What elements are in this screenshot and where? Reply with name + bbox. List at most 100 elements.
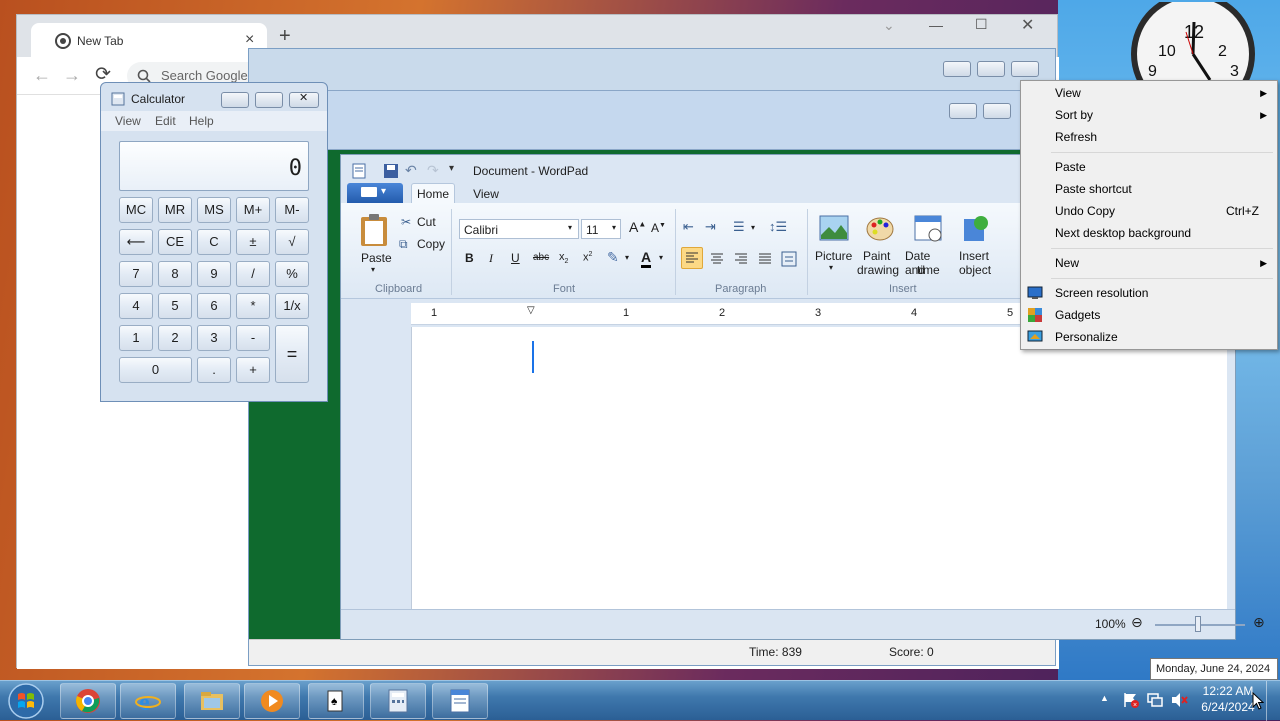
reciprocal-button[interactable]: 1/x <box>275 293 309 319</box>
minimize-button[interactable] <box>949 103 977 119</box>
digit-0-button[interactable]: 0 <box>119 357 192 383</box>
back-button[interactable]: ← <box>33 65 51 86</box>
decrease-indent-button[interactable]: ⇤ <box>683 219 694 235</box>
taskbar-chrome[interactable] <box>60 683 116 719</box>
save-icon[interactable] <box>383 163 399 179</box>
strikethrough-button[interactable]: abc <box>533 252 549 263</box>
superscript-button[interactable]: x2 <box>583 251 592 264</box>
calculator-window[interactable]: Calculator ✕ View Edit Help 0 MC MR MS M… <box>100 82 328 402</box>
menu-help[interactable]: Help <box>189 114 214 128</box>
volume-muted-icon[interactable] <box>1170 691 1188 709</box>
mr-button[interactable]: MR <box>158 197 192 223</box>
tab-new-tab[interactable]: New Tab × <box>31 23 267 57</box>
taskbar-internet-explorer[interactable]: e <box>120 683 176 719</box>
copy-button[interactable]: Copy <box>417 237 445 251</box>
maximize-button[interactable] <box>255 92 283 108</box>
digit-4-button[interactable]: 4 <box>119 293 153 319</box>
cut-button[interactable]: Cut <box>417 215 436 229</box>
forward-button[interactable]: → <box>63 65 81 86</box>
align-center-icon[interactable] <box>707 249 727 269</box>
sqrt-button[interactable]: √ <box>275 229 309 255</box>
close-icon[interactable]: ✕ <box>1021 15 1034 35</box>
explorer-window[interactable] <box>300 90 1060 150</box>
maximize-button[interactable] <box>983 103 1011 119</box>
digit-1-button[interactable]: 1 <box>119 325 153 351</box>
taskbar-media-player[interactable] <box>244 683 300 719</box>
maximize-button[interactable] <box>977 61 1005 77</box>
digit-5-button[interactable]: 5 <box>158 293 192 319</box>
taskbar-explorer[interactable] <box>184 683 240 719</box>
tab-view[interactable]: View <box>463 183 509 205</box>
tab-search-icon[interactable]: ⌄ <box>883 17 895 34</box>
document-page[interactable] <box>411 327 1227 609</box>
font-size-select[interactable]: 11 ▾ <box>581 219 621 239</box>
divide-button[interactable]: / <box>236 261 270 287</box>
tab-close-icon[interactable]: × <box>245 31 254 49</box>
font-color-button[interactable]: A <box>641 249 652 268</box>
menu-item-gadgets[interactable]: Gadgets <box>1023 304 1275 326</box>
line-spacing-button[interactable]: ↕☰ <box>769 219 787 235</box>
m-minus-button[interactable]: M- <box>275 197 309 223</box>
show-desktop-button[interactable] <box>1266 681 1280 721</box>
digit-9-button[interactable]: 9 <box>197 261 231 287</box>
ms-button[interactable]: MS <box>197 197 231 223</box>
decimal-button[interactable]: . <box>197 357 231 383</box>
clear-button[interactable]: C <box>197 229 231 255</box>
align-right-icon[interactable] <box>731 249 751 269</box>
zoom-slider-thumb[interactable] <box>1195 616 1201 632</box>
minimize-button[interactable] <box>221 92 249 108</box>
percent-button[interactable]: % <box>275 261 309 287</box>
menu-item-paste[interactable]: Paste <box>1023 156 1275 178</box>
menu-item-view[interactable]: View ▶ <box>1023 82 1275 104</box>
digit-7-button[interactable]: 7 <box>119 261 153 287</box>
clock-gadget[interactable]: 10 12 2 9 3 <box>1128 2 1258 86</box>
menu-item-refresh[interactable]: Refresh <box>1023 126 1275 148</box>
digit-3-button[interactable]: 3 <box>197 325 231 351</box>
align-left-button[interactable] <box>681 247 703 269</box>
subtract-button[interactable]: - <box>236 325 270 351</box>
underline-button[interactable]: U <box>511 251 520 265</box>
system-clock[interactable]: 12:22 AM 6/24/2024 <box>1196 684 1260 718</box>
justify-icon[interactable] <box>755 249 775 269</box>
shrink-font-button[interactable]: A▼ <box>651 221 666 235</box>
minimize-button[interactable] <box>943 61 971 77</box>
indent-marker[interactable]: ▽ <box>527 305 535 316</box>
menu-item-sort-by[interactable]: Sort by ▶ <box>1023 104 1275 126</box>
add-button[interactable]: + <box>236 357 270 383</box>
tab-home[interactable]: Home <box>411 183 455 205</box>
quick-access-dropdown-icon[interactable]: ▾ <box>449 163 454 174</box>
plus-minus-button[interactable]: ± <box>236 229 270 255</box>
menu-item-next-background[interactable]: Next desktop background <box>1023 222 1275 244</box>
digit-8-button[interactable]: 8 <box>158 261 192 287</box>
bold-button[interactable]: B <box>465 251 474 265</box>
menu-item-paste-shortcut[interactable]: Paste shortcut <box>1023 178 1275 200</box>
maximize-icon[interactable]: ☐ <box>975 16 988 33</box>
paint-drawing-button[interactable]: Paint drawing <box>857 211 899 277</box>
close-button[interactable] <box>1011 61 1039 77</box>
menu-item-screen-resolution[interactable]: Screen resolution <box>1023 282 1275 304</box>
insert-object-button[interactable]: Insert object <box>957 211 997 277</box>
action-center-icon[interactable]: × <box>1122 691 1140 709</box>
taskbar-solitaire[interactable]: ♠ <box>308 683 364 719</box>
clear-entry-button[interactable]: CE <box>158 229 192 255</box>
menu-view[interactable]: View <box>115 114 141 128</box>
start-button[interactable] <box>4 682 48 720</box>
insert-picture-button[interactable]: Picture ▾ <box>813 211 855 277</box>
zoom-in-icon[interactable]: ⊕ <box>1253 614 1265 631</box>
zoom-out-icon[interactable]: ⊖ <box>1131 614 1143 631</box>
m-plus-button[interactable]: M+ <box>236 197 270 223</box>
bullet-list-button[interactable]: ☰ <box>733 219 745 235</box>
network-icon[interactable] <box>1146 691 1164 709</box>
menu-item-new[interactable]: New ▶ <box>1023 252 1275 274</box>
grow-font-button[interactable]: A▲ <box>629 219 646 235</box>
multiply-button[interactable]: * <box>236 293 270 319</box>
date-time-button[interactable]: Date and time <box>903 211 953 277</box>
backspace-button[interactable]: ⟵ <box>119 229 153 255</box>
redo-icon[interactable]: ↷ <box>427 162 439 179</box>
subscript-button[interactable]: x2 <box>559 251 568 265</box>
minimize-icon[interactable]: — <box>929 17 943 33</box>
menu-item-undo-copy[interactable]: Undo Copy Ctrl+Z <box>1023 200 1275 222</box>
close-button[interactable]: ✕ <box>289 92 319 108</box>
digit-6-button[interactable]: 6 <box>197 293 231 319</box>
highlighter-icon[interactable]: ✎ <box>607 249 619 266</box>
